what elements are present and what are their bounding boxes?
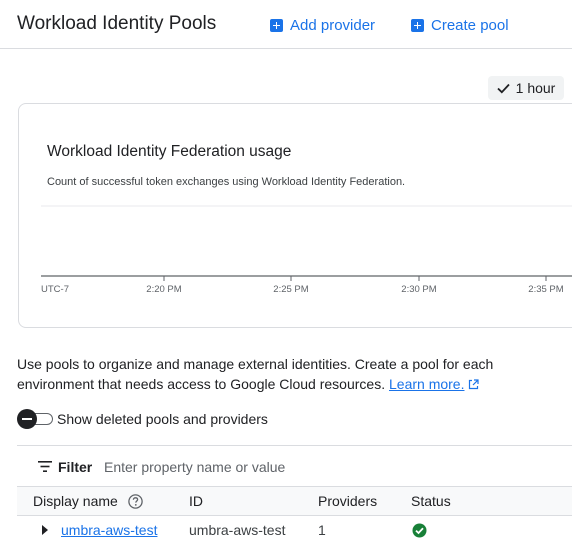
chart-tick-label: 2:30 PM [401,284,436,295]
pools-description: Use pools to organize and manage externa… [17,354,557,394]
column-header-id[interactable]: ID [189,493,203,509]
chart-tick-label: 2:25 PM [273,284,308,295]
pool-providers-count: 1 [318,522,326,538]
column-header-status[interactable]: Status [411,493,451,509]
external-link-icon [469,379,480,390]
help-icon[interactable] [128,494,143,509]
chart-tick-label: 2:35 PM [528,284,563,295]
filter-input[interactable] [104,457,404,477]
learn-more-label: Learn more. [389,376,465,392]
show-deleted-toggle[interactable] [17,409,53,429]
chart-tick-label: 2:20 PM [146,284,181,295]
expand-row-icon[interactable] [42,525,48,535]
chart-timezone-label: UTC-7 [41,284,69,295]
pool-id: umbra-aws-test [189,522,286,538]
filter-label: Filter [58,459,93,475]
column-header-providers[interactable]: Providers [318,493,377,509]
learn-more-link[interactable]: Learn more. [389,376,464,392]
column-header-display-name[interactable]: Display name [33,493,118,509]
pool-display-name-link[interactable]: umbra-aws-test [61,522,157,538]
check-circle-icon [412,523,427,538]
toggle-knob [17,409,37,429]
show-deleted-label: Show deleted pools and providers [57,411,268,427]
filter-icon[interactable] [38,461,52,472]
